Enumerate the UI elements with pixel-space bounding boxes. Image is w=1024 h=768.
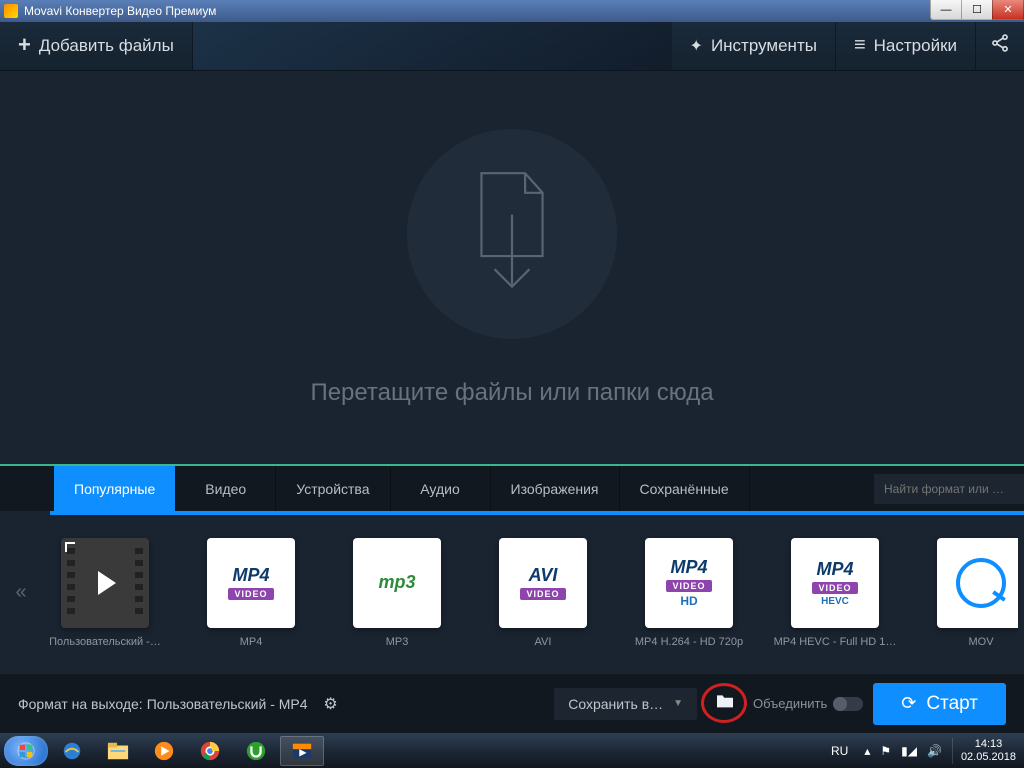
preset-label: Пользовательский -… [38, 636, 172, 648]
preset-mp4[interactable]: MP4VIDEO MP4 [182, 534, 320, 652]
tools-label: Инструменты [711, 36, 817, 56]
preset-label: MP3 [330, 636, 464, 648]
tab-audio[interactable]: Аудио [391, 466, 491, 511]
app-toolbar: Добавить файлы Инструменты Настройки [0, 22, 1024, 71]
plus-icon [18, 34, 31, 57]
preset-mp4-hevc[interactable]: MP4VIDEOHEVC MP4 HEVC - Full HD 1… [766, 534, 904, 652]
tab-popular[interactable]: Популярные [54, 466, 176, 511]
preset-label: MP4 H.264 - HD 720p [622, 636, 756, 648]
save-to-label: Сохранить в… [568, 696, 663, 712]
file-download-icon [467, 171, 557, 296]
tray-volume-icon[interactable]: 🔊 [927, 744, 942, 758]
save-to-button[interactable]: Сохранить в… ▼ [554, 688, 697, 720]
toolbar-spacer [193, 22, 672, 70]
preset-label: AVI [476, 636, 610, 648]
refresh-icon: ⟳ [901, 693, 916, 714]
format-settings-button[interactable]: ⚙ [318, 691, 344, 717]
merge-label: Объединить [753, 696, 827, 711]
add-files-label: Добавить файлы [39, 36, 174, 56]
bottom-bar: Формат на выходе: Пользовательский - MP4… [0, 674, 1024, 733]
merge-toggle[interactable] [833, 697, 863, 711]
taskbar-clock[interactable]: 14:13 02.05.2018 [952, 738, 1016, 764]
preset-label: MOV [914, 636, 1018, 648]
share-button[interactable] [976, 22, 1024, 70]
maximize-button[interactable]: ☐ [961, 0, 993, 20]
tab-images[interactable]: Изображения [491, 466, 620, 511]
drop-hint: Перетащите файлы или папки сюда [310, 379, 713, 407]
close-button[interactable]: ✕ [992, 0, 1024, 20]
task-movavi[interactable] [280, 736, 324, 766]
task-wmp[interactable] [142, 736, 186, 766]
preset-mov[interactable]: MOV [912, 534, 1018, 652]
taskbar: RU ▴ ⚑ ▮◢ 🔊 14:13 02.05.2018 [0, 733, 1024, 768]
tab-devices[interactable]: Устройства [276, 466, 390, 511]
format-tabs: Популярные Видео Устройства Аудио Изобра… [0, 466, 1024, 511]
start-label: Старт [926, 693, 978, 715]
clock-time: 14:13 [975, 738, 1003, 751]
window-title: Movavi Конвертер Видео Премиум [24, 4, 216, 18]
drop-circle [407, 129, 617, 339]
preset-custom[interactable]: Пользовательский -… [36, 534, 174, 652]
presets-row: « Пользовательский -… MP4VIDEO MP4 mp3 M… [0, 511, 1024, 674]
tab-saved[interactable]: Сохранённые [620, 466, 750, 511]
clock-date: 02.05.2018 [961, 751, 1016, 764]
output-format-text: Формат на выходе: Пользовательский - MP4 [18, 696, 308, 712]
task-utorrent[interactable] [234, 736, 278, 766]
tray-flag-icon[interactable]: ⚑ [880, 744, 891, 758]
task-explorer[interactable] [96, 736, 140, 766]
preset-mp4-h264[interactable]: MP4VIDEOHD MP4 H.264 - HD 720p [620, 534, 758, 652]
task-chrome[interactable] [188, 736, 232, 766]
search-input[interactable] [874, 474, 1024, 504]
add-files-button[interactable]: Добавить файлы [0, 22, 193, 70]
tools-button[interactable]: Инструменты [672, 22, 836, 70]
tray-network-icon[interactable]: ▮◢ [901, 744, 917, 758]
settings-label: Настройки [874, 36, 957, 56]
folder-icon [715, 693, 735, 714]
preset-avi[interactable]: AVIVIDEO AVI [474, 534, 612, 652]
preset-label: MP4 HEVC - Full HD 1… [768, 636, 902, 648]
menu-icon [854, 34, 866, 57]
title-bar: Movavi Конвертер Видео Премиум — ☐ ✕ [0, 0, 1024, 22]
browse-folder-button[interactable] [707, 688, 743, 720]
start-button[interactable]: ⟳ Старт [873, 683, 1006, 725]
task-ie[interactable] [50, 736, 94, 766]
tab-video[interactable]: Видео [176, 466, 276, 511]
app-icon [4, 4, 18, 18]
format-search [874, 466, 1024, 511]
system-tray: RU ▴ ⚑ ▮◢ 🔊 14:13 02.05.2018 [831, 738, 1020, 764]
tray-expand-icon[interactable]: ▴ [864, 744, 870, 758]
preset-label: MP4 [184, 636, 318, 648]
preset-mp3[interactable]: mp3 MP3 [328, 534, 466, 652]
share-icon [990, 33, 1010, 58]
start-menu-button[interactable] [4, 736, 48, 766]
minimize-button[interactable]: — [930, 0, 962, 20]
settings-button[interactable]: Настройки [836, 22, 976, 70]
scroll-left-button[interactable]: « [6, 581, 36, 604]
wand-icon [690, 36, 703, 56]
merge-control: Объединить [753, 696, 863, 711]
drop-area[interactable]: Перетащите файлы или папки сюда [0, 71, 1024, 466]
gear-icon: ⚙ [323, 694, 337, 714]
language-indicator[interactable]: RU [831, 744, 848, 758]
chevron-down-icon: ▼ [673, 698, 683, 709]
